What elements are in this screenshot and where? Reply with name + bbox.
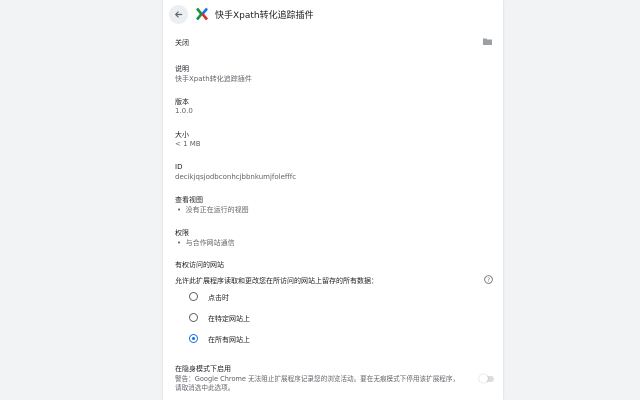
svg-text:?: ?	[487, 277, 490, 283]
version-label: 版本	[175, 98, 189, 106]
description-label: 说明	[175, 65, 189, 73]
toggle-knob	[479, 374, 488, 383]
radio-specific-sites[interactable]	[189, 313, 198, 322]
extension-details-page: 快手Xpath转化追踪插件 关闭 说明 快手Xpath转化追踪插件 版本 1.0…	[163, 0, 503, 400]
help-circle-icon[interactable]: ?	[484, 275, 493, 284]
radio-label-on-click: 点击时	[208, 294, 229, 302]
radio-on-click[interactable]	[189, 292, 198, 301]
incognito-warning: 警告：Google Chrome 无法阻止扩展程序记录您的浏览活动。要在无痕模式…	[175, 375, 460, 392]
description-value: 快手Xpath转化追踪插件	[175, 75, 252, 83]
arrow-left-icon	[175, 11, 183, 18]
views-item-text: 没有正在运行的视图	[185, 206, 249, 214]
permissions-item-text: 与合作网站通信	[185, 239, 235, 247]
views-item: • 没有正在运行的视图	[177, 206, 249, 214]
radio-label-all-sites: 在所有网站上	[208, 336, 250, 344]
site-access-description: 允许此扩展程序读取和更改您在所访问的网站上留存的所有数据：	[175, 277, 378, 285]
radio-all-sites[interactable]	[189, 334, 198, 343]
site-access-heading: 有权访问的网站	[175, 261, 224, 269]
back-button[interactable]	[169, 5, 188, 24]
incognito-label: 在隐身模式下启用	[175, 365, 231, 373]
version-value: 1.0.0	[175, 107, 193, 115]
incognito-toggle[interactable]	[479, 374, 494, 383]
page-title: 快手Xpath转化追踪插件	[215, 11, 314, 21]
views-label: 查看视图	[175, 196, 203, 204]
size-label: 大小	[175, 131, 189, 139]
close-label: 关闭	[175, 39, 189, 47]
header: 快手Xpath转化追踪插件	[163, 0, 503, 30]
id-value: decikjqsjodbconhcjbbnkumjfolefffc	[175, 173, 297, 181]
id-label: ID	[175, 163, 183, 171]
folder-icon[interactable]	[483, 38, 492, 45]
radio-label-specific-sites: 在特定网站上	[208, 315, 250, 323]
permissions-label: 权限	[175, 229, 189, 237]
size-value: < 1 MB	[175, 140, 201, 148]
permissions-item: • 与合作网站通信	[177, 239, 235, 247]
xpath-extension-logo-icon	[195, 7, 209, 21]
